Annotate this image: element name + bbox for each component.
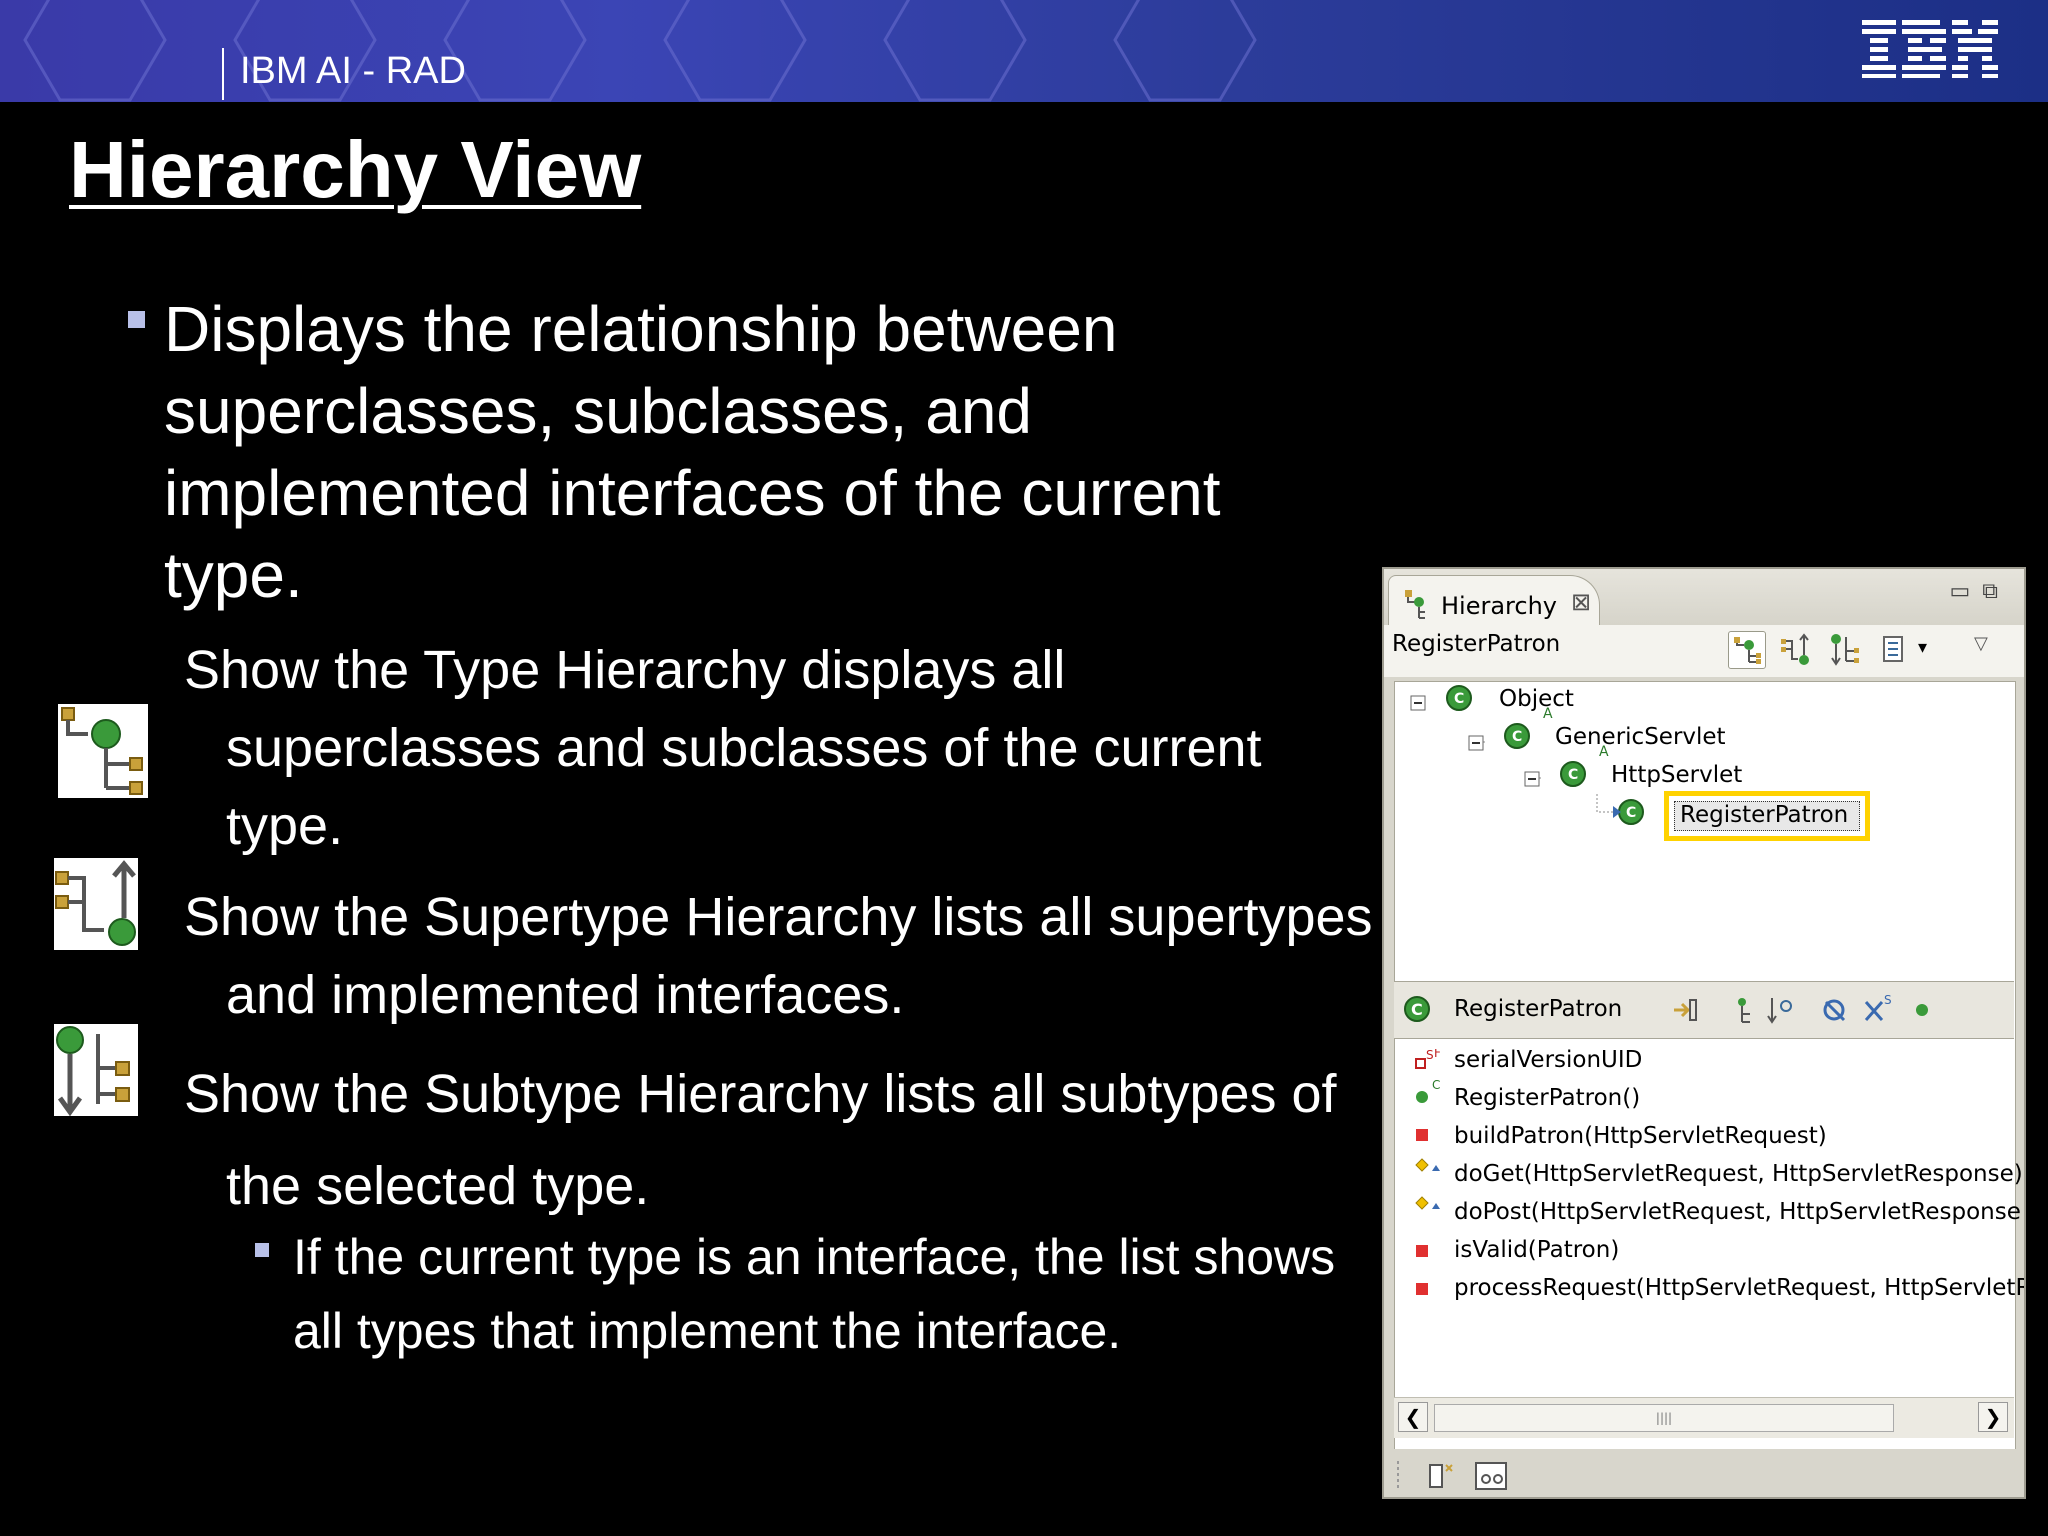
bottom-toolbar-icons <box>1397 1461 1507 1490</box>
tree-node-object[interactable]: Object <box>1499 686 1574 712</box>
tree-badge-genericservlet: A <box>1543 706 1553 722</box>
show-inherited-icon <box>1738 998 1750 1023</box>
hierarchy-tab-label: Hierarchy <box>1441 592 1558 620</box>
banner-title: IBM AI - RAD <box>240 50 466 92</box>
member-buildpatron[interactable]: buildPatron(HttpServletRequest) <box>1454 1123 1827 1149</box>
chevron-down-icon[interactable]: ▾ <box>1918 637 1927 658</box>
svg-text:C: C <box>1454 691 1464 707</box>
svg-text:C: C <box>1626 805 1636 821</box>
member-doget[interactable]: doGet(HttpServletRequest, HttpServletRes… <box>1454 1161 2023 1187</box>
svg-text:S: S <box>1426 1049 1434 1062</box>
tree-node-genericservlet[interactable]: GenericServlet <box>1555 724 1726 750</box>
slide-title: Hierarchy View <box>69 125 642 214</box>
scroll-right-button[interactable]: ❯ <box>1978 1402 2008 1432</box>
member-serialversionuid[interactable]: serialVersionUID <box>1454 1047 1642 1073</box>
member-icons: S F C <box>1415 1049 1441 1295</box>
view-menu-icon[interactable]: ▽ <box>1974 633 1988 654</box>
type-hierarchy-description: Show the Type Hierarchy displays all sup… <box>184 640 1262 856</box>
member-dopost[interactable]: doPost(HttpServletRequest, HttpServletRe… <box>1454 1199 2021 1225</box>
tree-node-httpservlet[interactable]: HttpServlet <box>1611 762 1742 788</box>
scroll-left-button[interactable]: ❮ <box>1398 1402 1428 1432</box>
hierarchy-panel-screenshot: Hierarchy ⊠ ▭⧉ RegisterPatron ▾ ▽ C C C … <box>1382 567 2026 1499</box>
svg-text:C: C <box>1512 729 1522 745</box>
current-type-name: RegisterPatron <box>1392 631 1561 657</box>
class-icon: C <box>1404 996 1430 1022</box>
supertype-hierarchy-small-icon <box>1781 633 1809 665</box>
members-type-label: RegisterPatron <box>1454 996 1623 1022</box>
supertype-hierarchy-description: Show the Supertype Hierarchy lists all s… <box>184 887 1373 1025</box>
sub-bullet-marker <box>255 1243 269 1257</box>
subtype-hierarchy-button[interactable] <box>1828 631 1866 669</box>
minimize-icon[interactable]: ▭ <box>1949 579 1982 604</box>
tree-badge-httpservlet: A <box>1599 744 1609 760</box>
banner-separator <box>222 48 224 100</box>
supertype-hierarchy-button[interactable] <box>1778 631 1816 669</box>
panel-tab-strip: Hierarchy ⊠ ▭⧉ <box>1384 569 2024 626</box>
type-hierarchy-button[interactable] <box>1728 631 1766 669</box>
layout-icon <box>1475 1462 1507 1490</box>
scroll-thumb[interactable]: |||| <box>1434 1404 1894 1432</box>
subtype-hierarchy-icon <box>54 1024 138 1116</box>
public-only-icon <box>1916 1004 1928 1016</box>
orientation-icon <box>1429 1464 1453 1488</box>
ibm-logo <box>1862 20 1998 78</box>
history-list-icon <box>1883 636 1903 662</box>
main-bullet-text: Displays the relationship between superc… <box>164 293 1221 611</box>
members-toolbar-icons: S <box>1674 994 1928 1024</box>
type-hierarchy-small-icon <box>1734 637 1761 664</box>
svg-text:S: S <box>1884 994 1892 1007</box>
lock-view-icon <box>1674 999 1697 1021</box>
maximize-icon[interactable]: ⧉ <box>1982 579 2010 604</box>
close-icon[interactable]: ⊠ <box>1571 588 1591 616</box>
window-controls: ▭⧉ <box>1949 579 2010 604</box>
svg-text:C: C <box>1568 767 1578 783</box>
hide-fields-icon <box>1823 999 1846 1022</box>
sort-icon <box>1767 998 1792 1024</box>
subtype-hierarchy-small-icon <box>1831 634 1859 666</box>
type-hierarchy-icon <box>58 704 148 798</box>
subtype-hierarchy-description: Show the Subtype Hierarchy lists all sub… <box>184 1064 1337 1216</box>
member-processrequest[interactable]: processRequest(HttpServletRequest, HttpS… <box>1454 1275 2024 1301</box>
header-banner: IBM AI - RAD <box>0 0 2048 102</box>
member-registerpatron-constructor[interactable]: RegisterPatron() <box>1454 1085 1640 1111</box>
hide-static-icon: S <box>1864 994 1892 1021</box>
history-button[interactable] <box>1878 631 1916 669</box>
bullet-marker <box>128 311 145 328</box>
tree-node-registerpatron[interactable]: RegisterPatron <box>1680 802 1848 828</box>
bottom-toolbar <box>1384 1449 2024 1497</box>
hierarchy-tab-icon <box>1405 590 1425 619</box>
svg-text:C: C <box>1411 1000 1423 1019</box>
sub-bullet-text: If the current type is an interface, the… <box>293 1229 1336 1359</box>
supertype-hierarchy-icon <box>54 858 138 950</box>
hierarchy-tab[interactable]: Hierarchy ⊠ <box>1388 575 1600 626</box>
members-toolbar: C RegisterPatron S <box>1394 981 2014 1039</box>
member-isvalid[interactable]: isValid(Patron) <box>1454 1237 1619 1263</box>
svg-text:F: F <box>1434 1049 1441 1060</box>
horizontal-scrollbar[interactable]: ❮ |||| ❯ <box>1394 1397 2014 1438</box>
svg-text:C: C <box>1432 1078 1440 1092</box>
